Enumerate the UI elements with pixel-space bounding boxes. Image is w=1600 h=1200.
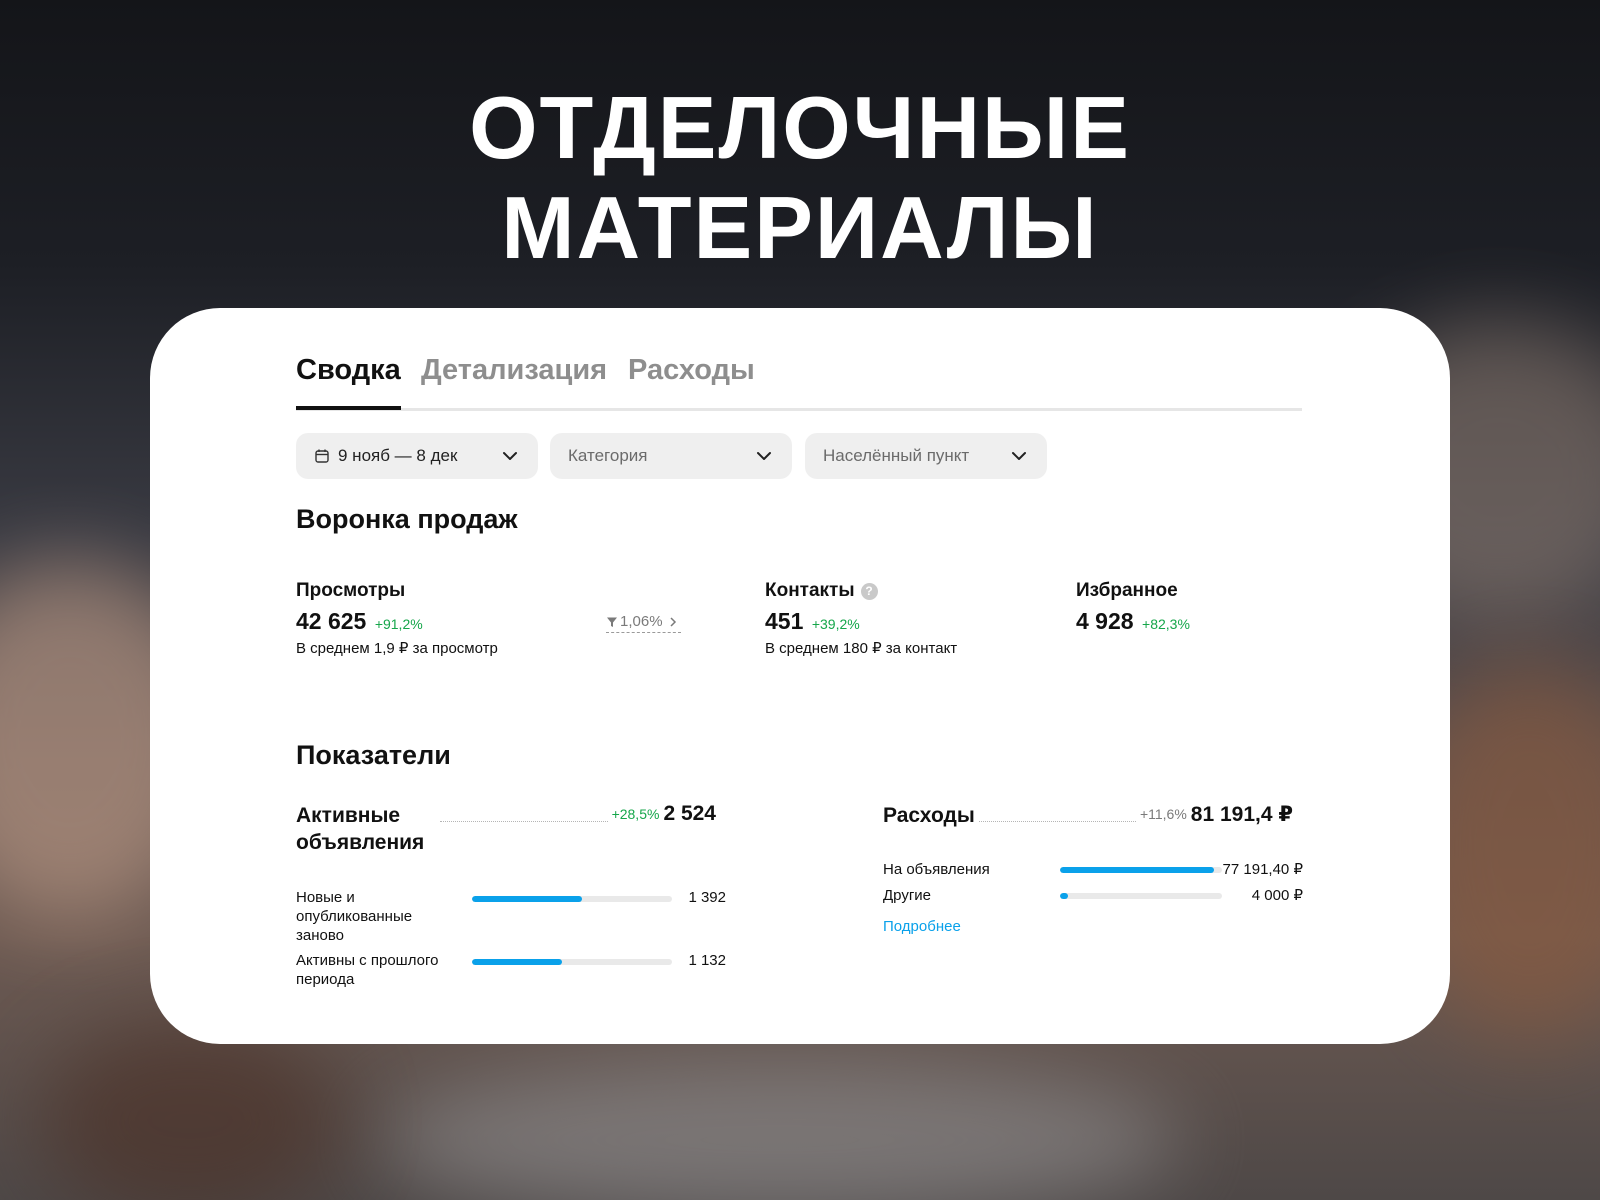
date-range-select[interactable]: 9 нояб — 8 дек <box>296 433 538 479</box>
expenses-value: 81 191,4 ₽ <box>1190 803 1293 826</box>
chevron-right-icon <box>670 616 676 627</box>
funnel-title: Воронка продаж <box>296 504 518 534</box>
carried-ads-bar-fill <box>472 959 562 965</box>
category-placeholder: Категория <box>568 446 648 465</box>
chevron-down-icon <box>1012 452 1026 460</box>
headline: ОТДЕЛОЧНЫЕ МАТЕРИАЛЫ <box>0 78 1600 278</box>
carried-ads-label: Активны с прошлого периода <box>296 952 439 988</box>
new-ads-value: 1 392 <box>688 889 726 906</box>
other-expense-value: 4 000 ₽ <box>1251 887 1303 904</box>
other-expense-label: Другие <box>883 887 932 904</box>
headline-line-2: МАТЕРИАЛЫ <box>501 178 1099 277</box>
list-item: Другие 4 000 ₽ <box>883 886 1303 908</box>
views-delta: +91,2% <box>374 616 423 632</box>
chevron-down-icon <box>503 452 517 460</box>
favorites-value: 4 928 <box>1076 608 1134 634</box>
locality-select[interactable]: Населённый пункт <box>805 433 1047 479</box>
tab-details[interactable]: Детализация <box>421 354 607 387</box>
active-ads-header: Активные объявления +28,5% 2 524 <box>296 802 716 856</box>
new-ads-bar-fill <box>472 896 582 902</box>
indicators-title: Показатели <box>296 740 451 770</box>
tab-bar: Сводка Детализация Расходы <box>296 346 1302 411</box>
date-range-value: 9 нояб — 8 дек <box>338 446 458 465</box>
views-note: В среднем 1,9 ₽ за просмотр <box>296 640 498 657</box>
contacts-label: Контакты <box>765 580 855 601</box>
favorites-delta: +82,3% <box>1142 616 1190 632</box>
conversion-value: 1,06% <box>620 613 663 630</box>
locality-placeholder: Населённый пункт <box>823 446 970 465</box>
category-select[interactable]: Категория <box>550 433 792 479</box>
calendar-icon <box>315 449 329 463</box>
expenses-header: Расходы +11,6% 81 191,4 ₽ <box>883 802 1293 829</box>
contacts-delta: +39,2% <box>811 616 860 632</box>
ads-expense-bar-fill <box>1060 867 1214 873</box>
list-item: Новые и опубликованные заново 1 392 <box>296 888 726 948</box>
funnel-icon <box>607 617 617 627</box>
expenses-title: Расходы <box>883 804 975 827</box>
favorites-label: Избранное <box>1076 580 1178 601</box>
tab-expenses[interactable]: Расходы <box>628 354 755 387</box>
tab-summary[interactable]: Сводка <box>296 354 401 410</box>
favorites-metric: Избранное 4 928 +82,3% <box>1076 580 1190 635</box>
other-expense-bar <box>1060 893 1222 899</box>
carried-ads-value: 1 132 <box>688 952 726 969</box>
ads-expense-bar <box>1060 867 1222 873</box>
contacts-metric: Контакты ? 451 +39,2% В среднем 180 ₽ за… <box>765 580 957 657</box>
stats-card: Сводка Детализация Расходы 9 нояб — 8 де… <box>150 308 1450 1044</box>
active-ads-value: 2 524 <box>663 802 716 825</box>
new-ads-label: Новые и опубликованные заново <box>296 889 413 944</box>
contacts-value: 451 <box>765 608 804 634</box>
active-ads-title: Активные объявления <box>296 804 425 854</box>
contacts-note: В среднем 180 ₽ за контакт <box>765 640 958 657</box>
other-expense-bar-fill <box>1060 893 1069 899</box>
help-icon[interactable]: ? <box>860 582 878 600</box>
list-item: Активны с прошлого периода 1 132 <box>296 951 726 991</box>
dotted-leader <box>978 802 1136 822</box>
expenses-delta: +11,6% <box>1139 806 1187 822</box>
chevron-down-icon <box>757 452 771 460</box>
views-metric: Просмотры 42 625 +91,2% В среднем 1,9 ₽ … <box>296 580 498 657</box>
headline-line-1: ОТДЕЛОЧНЫЕ <box>469 78 1131 177</box>
new-ads-bar <box>472 896 672 902</box>
conversion-link[interactable]: 1,06% <box>606 613 681 633</box>
more-details-link[interactable]: Подробнее <box>883 918 961 935</box>
carried-ads-bar <box>472 959 672 965</box>
list-item: На объявления 77 191,40 ₽ <box>883 860 1303 882</box>
ads-expense-label: На объявления <box>883 861 990 878</box>
views-value: 42 625 <box>296 608 367 634</box>
dotted-leader <box>440 802 608 822</box>
active-ads-delta: +28,5% <box>611 806 660 822</box>
views-label: Просмотры <box>296 580 406 601</box>
ads-expense-value: 77 191,40 ₽ <box>1222 861 1303 878</box>
